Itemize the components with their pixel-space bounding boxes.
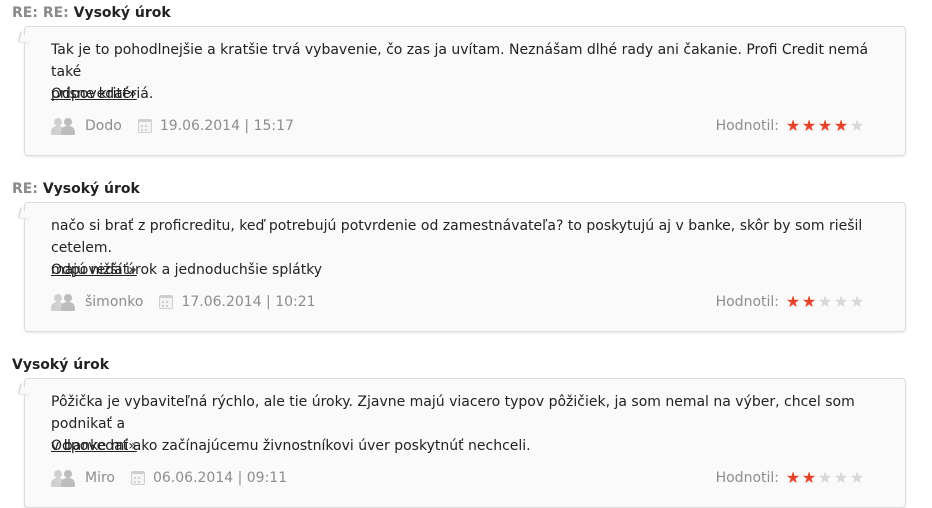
comment-subject: Vysoký úrok xyxy=(73,5,171,21)
star-icon: ★ xyxy=(817,116,833,135)
reply-link[interactable]: Odpovedať» xyxy=(51,84,137,104)
comment-meta: Dodo 19.06.2014 | 15:17 Hodnotil: ★ ★ ★ ★ ★ xyxy=(25,104,905,148)
comment-body: Tak je to pohodlnejšie a kratšie trvá vy… xyxy=(25,27,905,102)
calendar-icon xyxy=(159,295,174,309)
comment-text-line: Tak je to pohodlnejšie a kratšie trvá vy… xyxy=(51,42,869,80)
comment-datetime: 17.06.2014 | 10:21 xyxy=(181,294,316,310)
comment-author: Dodo xyxy=(85,118,122,134)
comment-meta: šimonko 17.06.2014 | 10:21 Hodnotil: ★ ★ ★… xyxy=(25,280,905,324)
comment-rating: Hodnotil: ★ ★ ★ ★ ★ xyxy=(716,468,865,488)
comments-list: RE: RE: Vysoký úrok Tak je to pohodlnejš… xyxy=(0,0,932,508)
comment-author: šimonko xyxy=(85,294,144,310)
comment-body: načo si brať z proficreditu, keď potrebu… xyxy=(25,203,905,278)
comment-subject: Vysoký úrok xyxy=(12,357,110,373)
comment-bubble: Tak je to pohodlnejšie a kratšie trvá vy… xyxy=(24,26,906,156)
rating-label: Hodnotil: xyxy=(715,470,779,486)
star-icon: ★ xyxy=(817,468,833,487)
star-icon: ★ xyxy=(785,292,801,311)
rating-label: Hodnotil: xyxy=(715,294,779,310)
calendar-icon xyxy=(137,119,152,133)
star-icon: ★ xyxy=(833,116,849,135)
comment-item: Vysoký úrok Pôžička je vybaviteľná rýchl… xyxy=(12,352,916,508)
comment-subject: Vysoký úrok xyxy=(42,181,140,197)
comment-meta-left: šimonko 17.06.2014 | 10:21 xyxy=(51,292,316,312)
star-icon: ★ xyxy=(801,116,817,135)
comment-rating: Hodnotil: ★ ★ ★ ★ ★ xyxy=(716,292,865,312)
comment-item: RE: RE: Vysoký úrok Tak je to pohodlnejš… xyxy=(12,0,916,156)
star-icon: ★ xyxy=(801,468,817,487)
comment-title: RE: Vysoký úrok xyxy=(12,176,916,202)
star-icon: ★ xyxy=(833,468,849,487)
user-icon xyxy=(51,469,77,487)
user-icon xyxy=(51,293,77,311)
star-icon: ★ xyxy=(785,116,801,135)
star-icon: ★ xyxy=(833,292,849,311)
comment-body: Pôžička je vybaviteľná rýchlo, ale tie ú… xyxy=(25,379,905,454)
comment-rating: Hodnotil: ★ ★ ★ ★ ★ xyxy=(716,116,865,136)
star-icon: ★ xyxy=(849,116,865,135)
comment-text-line: majú nižší úrok a jednoduchšie splátky xyxy=(51,262,323,278)
comment-title: RE: RE: Vysoký úrok xyxy=(12,0,916,26)
comment-datetime: 06.06.2014 | 09:11 xyxy=(152,470,288,486)
comment-bubble: Pôžička je vybaviteľná rýchlo, ale tie ú… xyxy=(24,378,906,508)
star-icon: ★ xyxy=(849,292,865,311)
comment-datetime: 19.06.2014 | 15:17 xyxy=(159,118,294,134)
rating-stars: ★ ★ ★ ★ ★ xyxy=(785,470,865,486)
star-icon: ★ xyxy=(817,292,833,311)
comment-text-line: v banke mi ako začínajúcemu živnostníkov… xyxy=(51,438,531,454)
comment-meta-left: Miro 06.06.2014 | 09:11 xyxy=(51,468,287,488)
comment-text-line: načo si brať z proficreditu, keď potrebu… xyxy=(51,218,863,256)
comment-author: Miro xyxy=(85,470,115,486)
calendar-icon xyxy=(130,471,145,485)
reply-link[interactable]: Odpovedať» xyxy=(51,260,137,280)
comment-text-line: Pôžička je vybaviteľná rýchlo, ale tie ú… xyxy=(51,394,855,432)
rating-stars: ★ ★ ★ ★ ★ xyxy=(785,294,865,310)
star-icon: ★ xyxy=(785,468,801,487)
comment-re-prefix: RE: xyxy=(12,181,38,197)
rating-stars: ★ ★ ★ ★ ★ xyxy=(785,118,865,134)
rating-label: Hodnotil: xyxy=(715,118,779,134)
star-icon: ★ xyxy=(849,468,865,487)
star-icon: ★ xyxy=(801,292,817,311)
comment-item: RE: Vysoký úrok načo si brať z proficred… xyxy=(12,176,916,332)
comment-meta-left: Dodo 19.06.2014 | 15:17 xyxy=(51,116,294,136)
comment-meta: Miro 06.06.2014 | 09:11 Hodnotil: ★ ★ ★ ★ ★ xyxy=(25,456,905,500)
comment-re-prefix: RE: RE: xyxy=(12,5,69,21)
comment-text-line: prísne kritériá. xyxy=(51,86,154,102)
reply-link[interactable]: Odpovedať» xyxy=(51,436,137,456)
comment-bubble: načo si brať z proficreditu, keď potrebu… xyxy=(24,202,906,332)
user-icon xyxy=(51,117,77,135)
comment-title: Vysoký úrok xyxy=(12,352,916,378)
